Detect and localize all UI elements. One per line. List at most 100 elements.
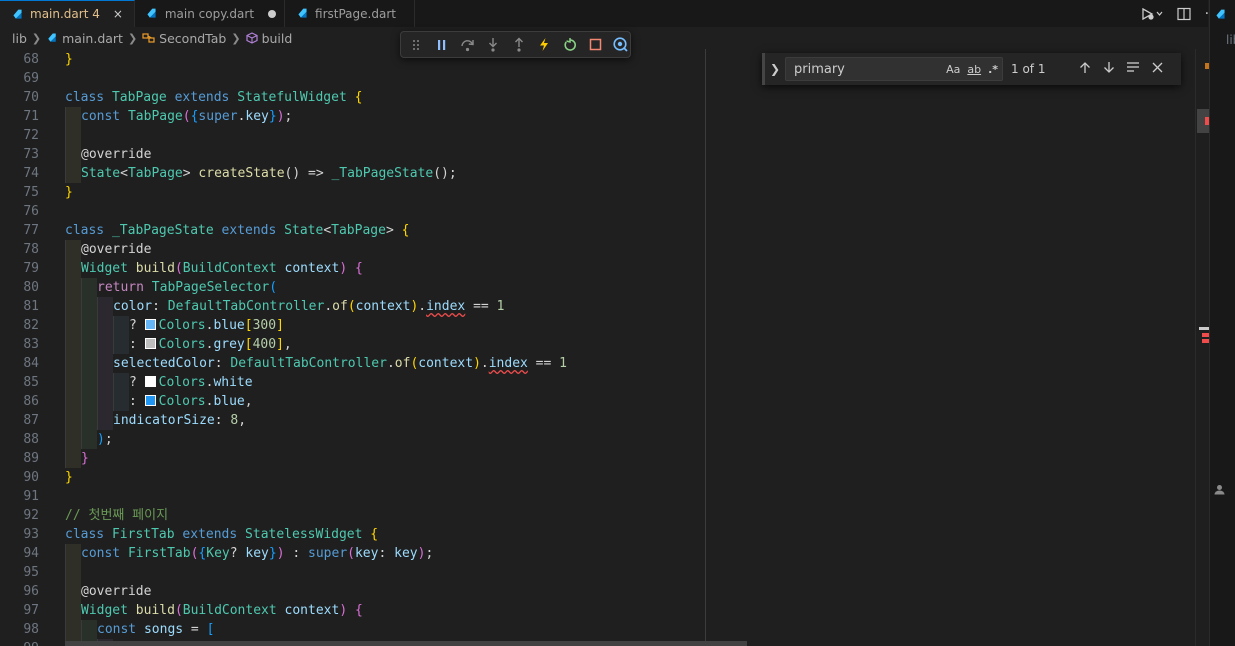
code-line[interactable]: 80 return TabPageSelector(	[0, 278, 1195, 297]
code-token: )	[473, 356, 481, 371]
indent-guide	[65, 601, 81, 620]
close-icon[interactable]: ×	[110, 7, 126, 21]
code-token: ?	[229, 546, 246, 561]
split-editor-icon[interactable]	[1177, 7, 1191, 21]
code-token: Key	[206, 546, 230, 561]
code-line[interactable]: 79 Widget build(BuildContext context) {	[0, 259, 1195, 278]
unsaved-dot-icon[interactable]	[268, 9, 277, 18]
code-line[interactable]: 97 Widget build(BuildContext context) {	[0, 601, 1195, 620]
code-line[interactable]: 92 // 첫번째 페이지	[0, 506, 1195, 525]
indent-guide	[97, 316, 113, 335]
vertical-scrollbar[interactable]	[1195, 49, 1209, 646]
code-token: const	[81, 546, 128, 561]
code-text: @override	[81, 145, 151, 164]
tab-main-dart[interactable]: main.dart 4 ×	[0, 0, 135, 27]
code-line[interactable]: 88);	[0, 430, 1195, 449]
drag-handle-icon[interactable]	[407, 35, 426, 54]
code-line[interactable]: 82 ? Colors.blue[300]	[0, 316, 1195, 335]
code-line[interactable]: 90}	[0, 468, 1195, 487]
breadcrumb-symbol-class[interactable]: SecondTab	[159, 31, 226, 46]
code-token: return	[97, 280, 152, 295]
step-over-icon[interactable]	[458, 35, 477, 54]
code-line[interactable]: 94 const FirstTab({Key? key}) : super(key…	[0, 544, 1195, 563]
find-in-selection-icon[interactable]	[1121, 61, 1145, 77]
match-case-icon[interactable]: Aa	[946, 63, 960, 76]
chevron-right-icon[interactable]: ❯	[765, 62, 785, 76]
breadcrumb-folder[interactable]: lib	[12, 31, 27, 46]
code-line[interactable]: 78 @override	[0, 240, 1195, 259]
inspect-widget-icon[interactable]	[612, 35, 631, 54]
code-text: }	[65, 468, 73, 487]
stop-icon[interactable]	[586, 35, 605, 54]
indent-guide	[113, 392, 129, 411]
color-swatch[interactable]	[144, 338, 156, 349]
indent-guide	[97, 411, 113, 430]
code-line[interactable]: 91	[0, 487, 1195, 506]
step-out-icon[interactable]	[509, 35, 528, 54]
code-text: );	[97, 430, 113, 449]
indent-guide	[65, 278, 81, 297]
code-token: .	[480, 356, 489, 371]
chevron-right-icon: ❯	[127, 31, 138, 45]
code-line[interactable]: 86: Colors.blue,	[0, 392, 1195, 411]
code-token: ]	[276, 318, 284, 333]
code-line[interactable]: 71 const TabPage({super.key});	[0, 107, 1195, 126]
arrow-down-icon[interactable]	[1097, 61, 1121, 78]
code-line[interactable]: 77 class _TabPageState extends State<TabP…	[0, 221, 1195, 240]
code-line[interactable]: 95	[0, 563, 1195, 582]
code-token: (	[347, 299, 356, 314]
use-regex-icon[interactable]: .*	[988, 63, 998, 76]
code-line[interactable]: 84 selectedColor: DefaultTabController.of…	[0, 354, 1195, 373]
match-whole-word-icon[interactable]: ab	[967, 63, 981, 76]
code-editor[interactable]: 68} 69 70 class TabPage extends StatefulWid…	[0, 49, 1195, 646]
code-line[interactable]: 72	[0, 126, 1195, 145]
code-line[interactable]: 98 const songs = [	[0, 620, 1195, 639]
tab-main-copy-dart[interactable]: main copy.dart	[135, 0, 286, 27]
code-line[interactable]: 81 color: DefaultTabController.of(context…	[0, 297, 1195, 316]
code-token: State	[81, 166, 121, 181]
code-line[interactable]: 89}	[0, 449, 1195, 468]
code-line[interactable]: 96 @override	[0, 582, 1195, 601]
code-token: indicatorSize	[113, 413, 215, 428]
restart-icon[interactable]	[560, 35, 579, 54]
code-line[interactable]: 76	[0, 202, 1195, 221]
indent-guide	[65, 107, 81, 126]
color-swatch[interactable]	[144, 376, 156, 387]
code-token: context	[284, 261, 340, 276]
code-text: indicatorSize: 8,	[113, 411, 246, 430]
code-line[interactable]: 70 class TabPage extends StatefulWidget {	[0, 88, 1195, 107]
close-icon[interactable]	[1145, 62, 1169, 77]
code-token: extends	[174, 90, 238, 105]
code-line[interactable]: 83: Colors.grey[400],	[0, 335, 1195, 354]
step-into-icon[interactable]	[484, 35, 503, 54]
find-input[interactable]: primary Aa ab .*	[785, 57, 1003, 81]
pause-icon[interactable]	[433, 35, 452, 54]
error-marker	[1202, 339, 1209, 343]
color-swatch[interactable]	[144, 395, 156, 406]
code-token: (	[269, 280, 278, 295]
code-text: Widget build(BuildContext context) {	[81, 601, 363, 620]
code-token: FirstTab	[111, 527, 183, 542]
horizontal-scrollbar[interactable]	[65, 641, 747, 646]
code-token: Colors	[158, 375, 206, 390]
code-line[interactable]: 75}	[0, 183, 1195, 202]
code-token: >	[182, 166, 199, 181]
breadcrumb-symbol-method[interactable]: build	[262, 31, 293, 46]
code-line[interactable]: 85 ? Colors.white	[0, 373, 1195, 392]
hot-reload-icon[interactable]	[535, 35, 554, 54]
code-token: (	[174, 603, 183, 618]
code-token: BuildContext	[182, 261, 285, 276]
code-token: }	[65, 52, 73, 67]
code-text: // 첫번째 페이지	[65, 506, 168, 525]
indent-guide	[65, 240, 81, 259]
code-line[interactable]: 73 @override	[0, 145, 1195, 164]
color-swatch[interactable]	[144, 319, 156, 330]
code-token: ==	[465, 299, 497, 314]
run-debug-icon[interactable]	[1141, 7, 1163, 21]
breadcrumb-file[interactable]: main.dart	[62, 31, 123, 46]
code-line[interactable]: 74 State<TabPage> createState() => _TabPa…	[0, 164, 1195, 183]
code-line[interactable]: 93 class FirstTab extends StatelessWidget…	[0, 525, 1195, 544]
arrow-up-icon[interactable]	[1073, 61, 1097, 78]
tab-firstpage-dart[interactable]: firstPage.dart	[285, 0, 415, 27]
code-line[interactable]: 87 indicatorSize: 8,	[0, 411, 1195, 430]
